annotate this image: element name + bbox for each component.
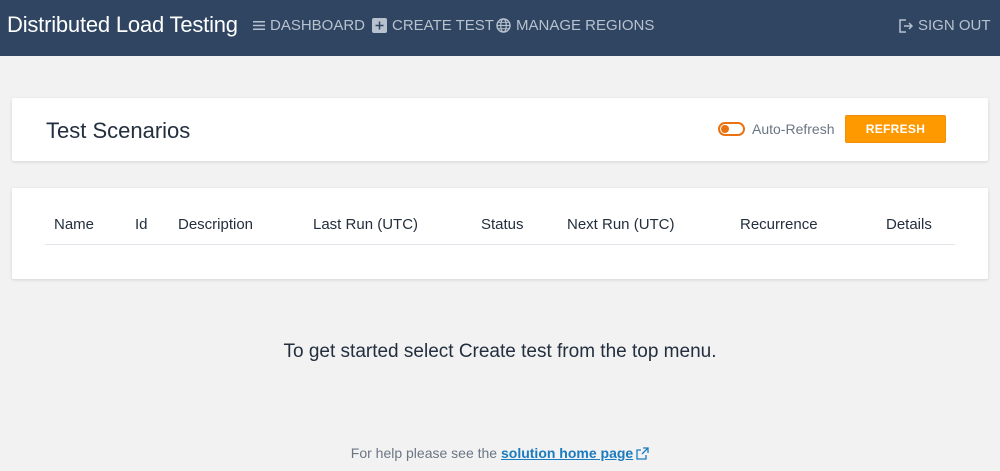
toggle-knob [721,125,729,133]
nav-sign-out[interactable]: SIGN OUT [898,17,991,34]
help-footer: For help please see the solution home pa… [0,445,1000,461]
column-header-description[interactable]: Description [178,216,253,233]
nav-dashboard[interactable]: DASHBOARD [253,17,365,34]
nav-manage-regions[interactable]: MANAGE REGIONS [496,17,654,34]
nav-manage-regions-label: MANAGE REGIONS [516,17,655,34]
globe-icon [496,18,511,33]
auto-refresh-label: Auto-Refresh [752,121,835,137]
column-header-details[interactable]: Details [886,216,932,233]
menu-lines-icon [253,20,265,31]
auto-refresh-toggle[interactable] [718,122,745,136]
nav-create-test-label: CREATE TEST [392,17,494,34]
column-header-name[interactable]: Name [54,216,94,233]
scenarios-header-card: Test Scenarios Auto-Refresh REFRESH [12,98,988,161]
column-header-id[interactable]: Id [135,216,148,233]
external-link-icon [633,445,649,461]
nav-create-test[interactable]: CREATE TEST [372,17,494,34]
app-brand[interactable]: Distributed Load Testing [7,12,238,38]
refresh-button[interactable]: REFRESH [845,115,946,143]
column-header-recurrence[interactable]: Recurrence [740,216,818,233]
top-navbar: Distributed Load Testing DASHBOARD CREAT… [0,0,1000,56]
table-header-row: Name Id Description Last Run (UTC) Statu… [45,210,955,245]
scenarios-table-card: Name Id Description Last Run (UTC) Statu… [12,188,988,279]
nav-sign-out-label: SIGN OUT [918,17,991,34]
empty-state-message: To get started select Create test from t… [283,341,717,362]
plus-square-icon [372,18,387,33]
nav-dashboard-label: DASHBOARD [270,17,366,34]
column-header-next-run[interactable]: Next Run (UTC) [567,216,675,233]
sign-out-icon [898,18,913,33]
column-header-status[interactable]: Status [481,216,524,233]
column-header-last-run[interactable]: Last Run (UTC) [313,216,418,233]
page-title: Test Scenarios [46,118,191,143]
solution-home-page-link[interactable]: solution home page [501,445,649,461]
help-link-text: solution home page [500,445,634,461]
help-prefix: For help please see the [350,445,498,461]
